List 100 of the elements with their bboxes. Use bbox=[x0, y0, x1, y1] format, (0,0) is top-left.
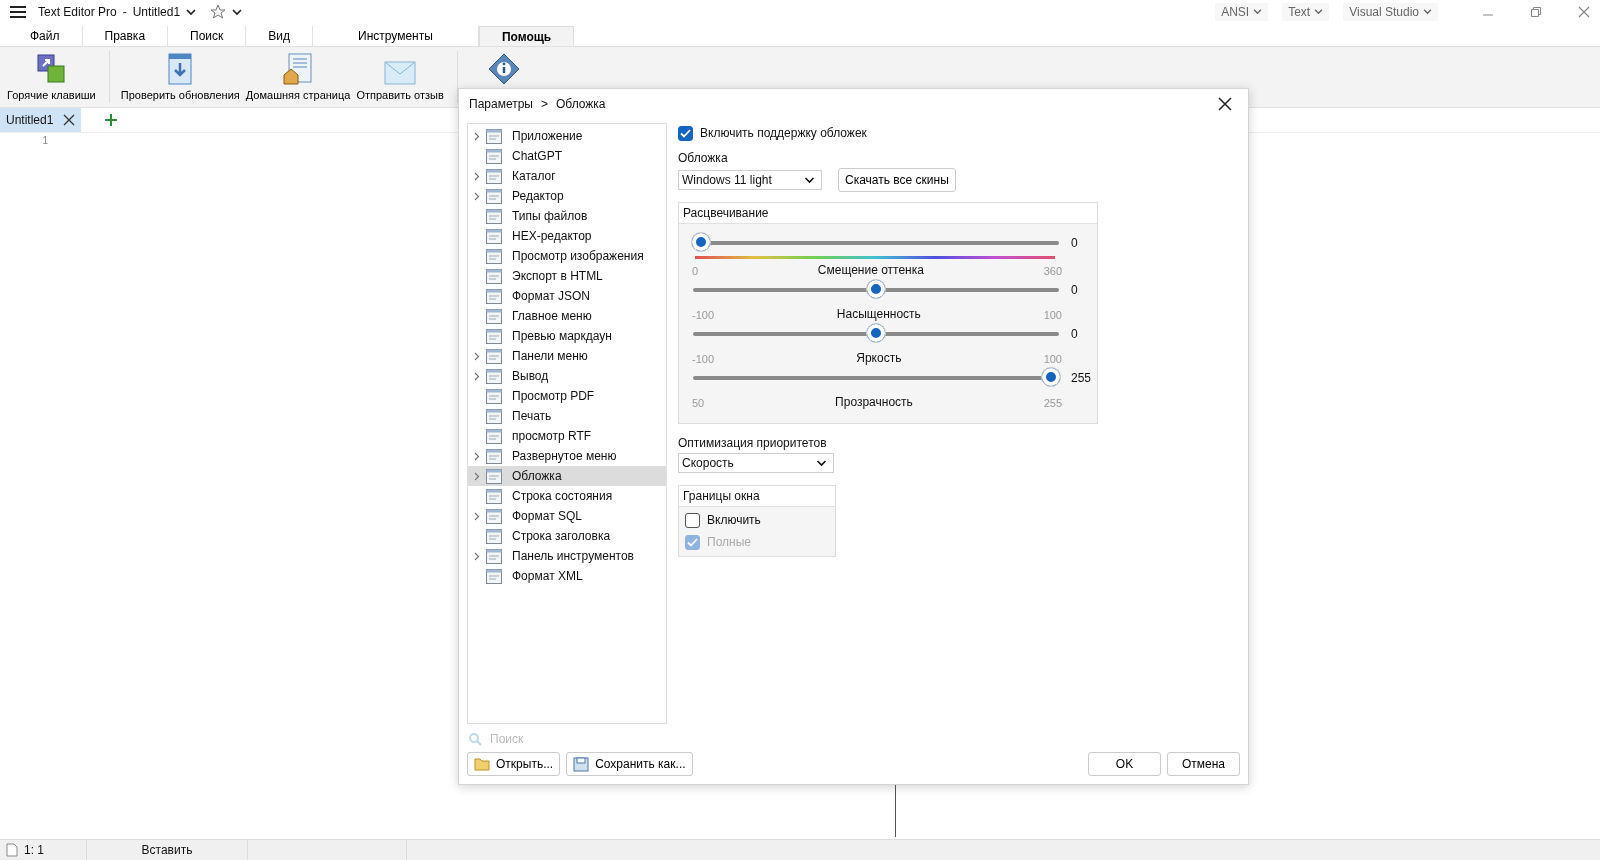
skin-dropdown[interactable]: Windows 11 light bbox=[678, 170, 822, 190]
squares-icon bbox=[35, 53, 68, 85]
restore-icon[interactable] bbox=[1530, 6, 1542, 18]
document-tab[interactable]: Untitled1 bbox=[0, 108, 82, 132]
page-icon bbox=[486, 288, 502, 304]
info-icon[interactable] bbox=[487, 53, 520, 85]
slider-min: -100 bbox=[692, 309, 715, 321]
slider-max: 255 bbox=[1043, 397, 1062, 409]
ribbon-button[interactable]: Отправить отзыв bbox=[353, 47, 447, 107]
cursor-position: 1: 1 bbox=[24, 843, 44, 857]
tree-item[interactable]: Превью маркдаун bbox=[468, 326, 666, 346]
document-icon bbox=[6, 843, 18, 857]
slider[interactable] bbox=[691, 279, 1061, 301]
search-field[interactable]: Поиск bbox=[488, 731, 642, 747]
slider-thumb[interactable] bbox=[866, 279, 886, 299]
page-icon bbox=[486, 128, 502, 144]
tree-item[interactable]: Панель инструментов bbox=[468, 546, 666, 566]
page-icon bbox=[486, 268, 502, 284]
slider-max: 100 bbox=[1043, 309, 1062, 321]
page-icon bbox=[486, 168, 502, 184]
menu-tab[interactable]: Помощь bbox=[478, 26, 575, 46]
tree-item[interactable]: Приложение bbox=[468, 126, 666, 146]
page-icon bbox=[486, 408, 502, 424]
ribbon-button[interactable]: Горячие клавиши bbox=[0, 47, 99, 107]
checkbox[interactable] bbox=[678, 125, 693, 141]
tree-item[interactable]: Обложка bbox=[468, 466, 666, 486]
page-icon bbox=[486, 528, 502, 544]
slider-value: 0 bbox=[1071, 283, 1078, 297]
tree-item[interactable]: Типы файлов bbox=[468, 206, 666, 226]
tree-item[interactable]: просмотр RTF bbox=[468, 426, 666, 446]
priority-dropdown[interactable]: Скорость bbox=[678, 453, 834, 473]
tree-item[interactable]: ChatGPT bbox=[468, 146, 666, 166]
slider-thumb[interactable] bbox=[691, 232, 711, 252]
tree-item[interactable]: HEX-редактор bbox=[468, 226, 666, 246]
plus-icon[interactable] bbox=[105, 114, 118, 126]
page-icon bbox=[486, 368, 502, 384]
close-icon[interactable] bbox=[63, 114, 76, 126]
breadcrumb-item: Параметры bbox=[469, 97, 533, 111]
chevron-icon[interactable] bbox=[186, 8, 197, 16]
tree-item[interactable]: Формат JSON bbox=[468, 286, 666, 306]
menu-icon[interactable] bbox=[10, 6, 26, 18]
breadcrumb-separator: > bbox=[540, 97, 548, 111]
slider-min: 50 bbox=[692, 397, 705, 409]
page-icon bbox=[486, 248, 502, 264]
download-skins-button[interactable]: Скачать все скины bbox=[838, 168, 956, 192]
dialog-button[interactable]: Отмена bbox=[1167, 752, 1240, 776]
tree-item[interactable]: Формат SQL bbox=[468, 506, 666, 526]
page-icon bbox=[486, 208, 502, 224]
tree-item[interactable]: Панели меню bbox=[468, 346, 666, 366]
checkbox[interactable] bbox=[685, 512, 700, 528]
slider-min: 0 bbox=[692, 265, 699, 277]
ribbon-button[interactable]: Домашняя страница bbox=[242, 47, 354, 107]
dropdown-button[interactable]: Visual Studio bbox=[1343, 3, 1438, 21]
ribbon-button[interactable]: Проверить обновления bbox=[117, 47, 243, 107]
tree-item[interactable]: Формат XML bbox=[468, 566, 666, 586]
group-title: Границы окна bbox=[683, 489, 760, 503]
tree-item[interactable]: Просмотр PDF bbox=[468, 386, 666, 406]
envelope-icon bbox=[384, 61, 417, 85]
download-icon bbox=[168, 53, 193, 85]
page-icon bbox=[486, 548, 502, 564]
slider-thumb[interactable] bbox=[866, 323, 886, 343]
slider-value: 0 bbox=[1071, 236, 1078, 250]
dropdown-button[interactable]: ANSI bbox=[1215, 3, 1269, 21]
document-title: Untitled1 bbox=[132, 5, 181, 19]
tree-item[interactable]: Просмотр изображения bbox=[468, 246, 666, 266]
checkbox-row[interactable]: Включить bbox=[685, 510, 835, 530]
slider-caption: Смещение оттенка bbox=[817, 263, 924, 277]
tree-item[interactable]: Главное меню bbox=[468, 306, 666, 326]
page-icon bbox=[486, 428, 502, 444]
group-title: Расцвечивание bbox=[683, 206, 769, 220]
page-icon bbox=[486, 508, 502, 524]
file-button[interactable]: Открыть... bbox=[467, 752, 561, 776]
chevron-icon[interactable] bbox=[232, 8, 243, 16]
breadcrumb-item: Обложка bbox=[556, 97, 606, 111]
app-title: Text Editor Pro bbox=[38, 5, 117, 19]
tree-item[interactable]: Редактор bbox=[468, 186, 666, 206]
slider-value: 255 bbox=[1071, 371, 1092, 385]
save-icon bbox=[573, 756, 590, 772]
house-icon bbox=[283, 53, 314, 85]
tree-item[interactable]: Экспорт в HTML bbox=[468, 266, 666, 286]
slider-thumb[interactable] bbox=[1041, 367, 1061, 387]
tree-item[interactable]: Вывод bbox=[468, 366, 666, 386]
star-icon[interactable] bbox=[210, 4, 227, 20]
dropdown-button[interactable]: Text bbox=[1282, 3, 1330, 21]
tree-item[interactable]: Каталог bbox=[468, 166, 666, 186]
slider-min: -100 bbox=[692, 353, 715, 365]
chevron-icon bbox=[1253, 9, 1263, 15]
checkbox-row[interactable]: Включить поддержку обложек bbox=[678, 123, 867, 143]
tree-item[interactable]: Строка состояния bbox=[468, 486, 666, 506]
tree-item[interactable]: Строка заголовка bbox=[468, 526, 666, 546]
dialog-button[interactable]: OK bbox=[1088, 752, 1161, 776]
field-label: Обложка bbox=[678, 151, 728, 165]
tree-item[interactable]: Печать bbox=[468, 406, 666, 426]
close-icon[interactable] bbox=[1218, 97, 1232, 111]
file-button[interactable]: Сохранить как... bbox=[566, 752, 693, 776]
folder-icon bbox=[474, 757, 490, 771]
tree-item[interactable]: Развернутое меню bbox=[468, 446, 666, 466]
field-label: Оптимизация приоритетов bbox=[678, 436, 827, 450]
line-number: 1 bbox=[42, 135, 48, 146]
page-icon bbox=[486, 568, 502, 584]
